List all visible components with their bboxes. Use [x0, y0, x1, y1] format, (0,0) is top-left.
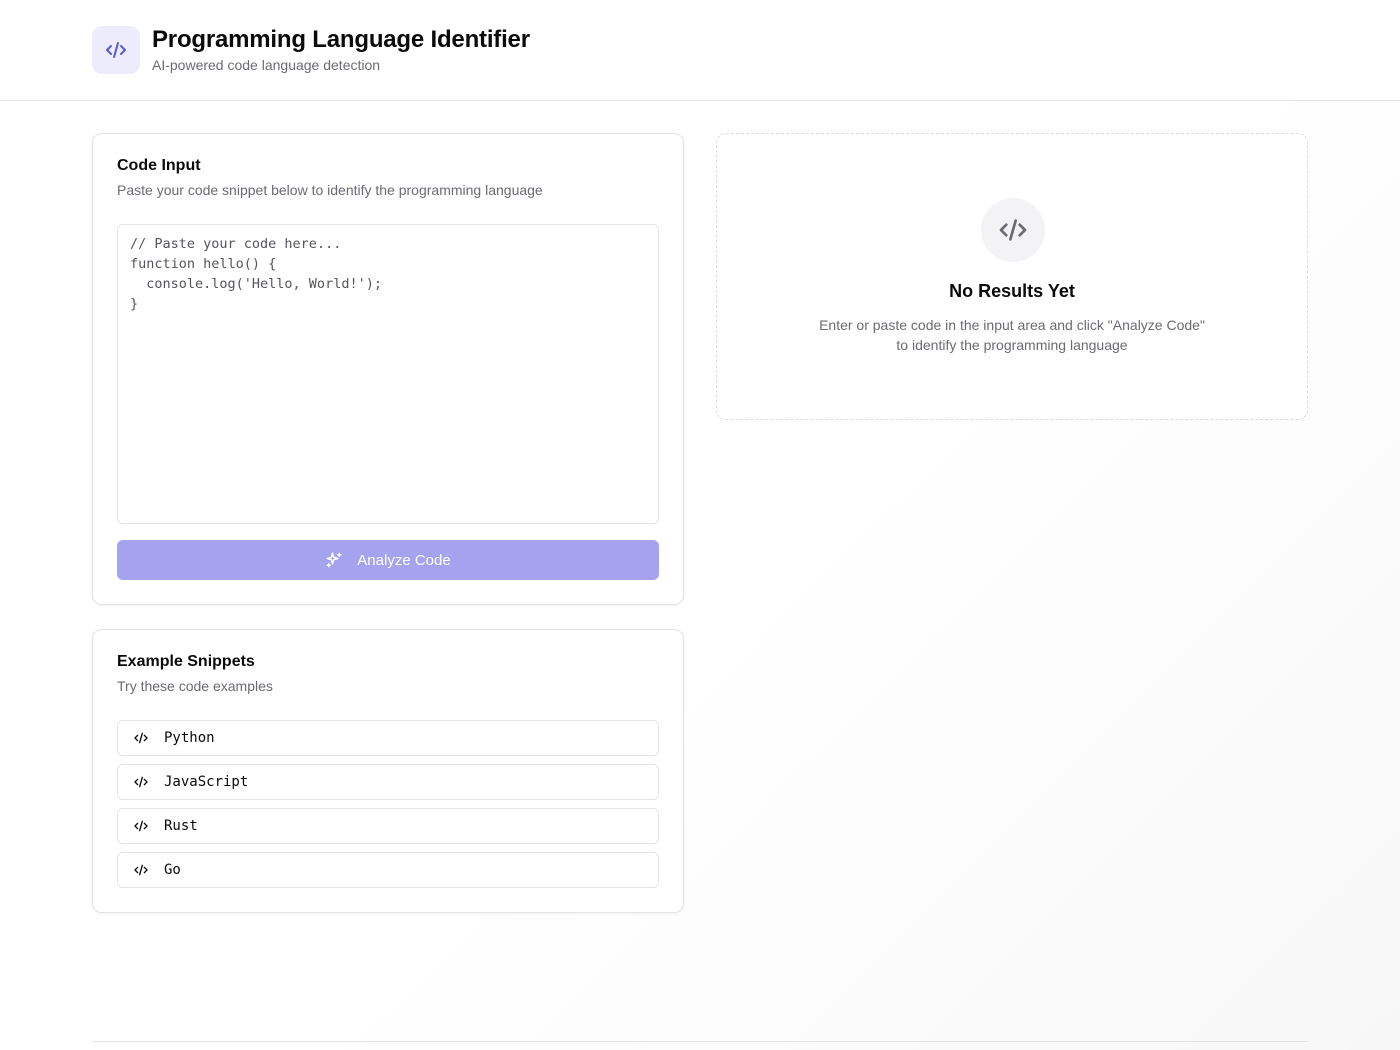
- example-python-button[interactable]: Python: [117, 720, 659, 756]
- code-input-card: Code Input Paste your code snippet below…: [92, 133, 684, 605]
- example-snippets-card: Example Snippets Try these code examples…: [92, 629, 684, 913]
- example-javascript-button[interactable]: JavaScript: [117, 764, 659, 800]
- app-title: Programming Language Identifier: [152, 26, 530, 53]
- empty-state-icon: [981, 198, 1045, 262]
- code-textarea[interactable]: // Paste your code here... function hell…: [117, 224, 659, 524]
- example-label: Python: [164, 730, 215, 746]
- example-snippets-description: Try these code examples: [117, 678, 273, 694]
- example-rust-button[interactable]: Rust: [117, 808, 659, 844]
- results-panel: No Results Yet Enter or paste code in th…: [716, 133, 1308, 420]
- app-subtitle: AI-powered code language detection: [152, 57, 381, 73]
- example-label: Rust: [164, 818, 198, 834]
- analyze-code-button[interactable]: Analyze Code: [117, 540, 659, 580]
- code-input-description: Paste your code snippet below to identif…: [117, 182, 543, 198]
- code-icon: [999, 219, 1027, 241]
- sparkles-icon: [326, 552, 342, 568]
- code-icon: [134, 820, 148, 832]
- empty-state-title: No Results Yet: [949, 281, 1075, 301]
- example-go-button[interactable]: Go: [117, 852, 659, 888]
- app-header: Programming Language Identifier AI-power…: [0, 0, 1400, 101]
- code-input-title: Code Input: [117, 157, 201, 174]
- code-icon: [134, 776, 148, 788]
- code-icon: [106, 42, 126, 58]
- example-label: Go: [164, 862, 181, 878]
- example-label: JavaScript: [164, 774, 249, 790]
- footer-divider: [92, 1041, 1308, 1042]
- empty-state-description: Enter or paste code in the input area an…: [819, 317, 1205, 353]
- app-logo: [92, 26, 140, 74]
- example-snippets-title: Example Snippets: [117, 653, 255, 670]
- code-icon: [134, 732, 148, 744]
- code-icon: [134, 864, 148, 876]
- analyze-code-label: Analyze Code: [357, 551, 451, 569]
